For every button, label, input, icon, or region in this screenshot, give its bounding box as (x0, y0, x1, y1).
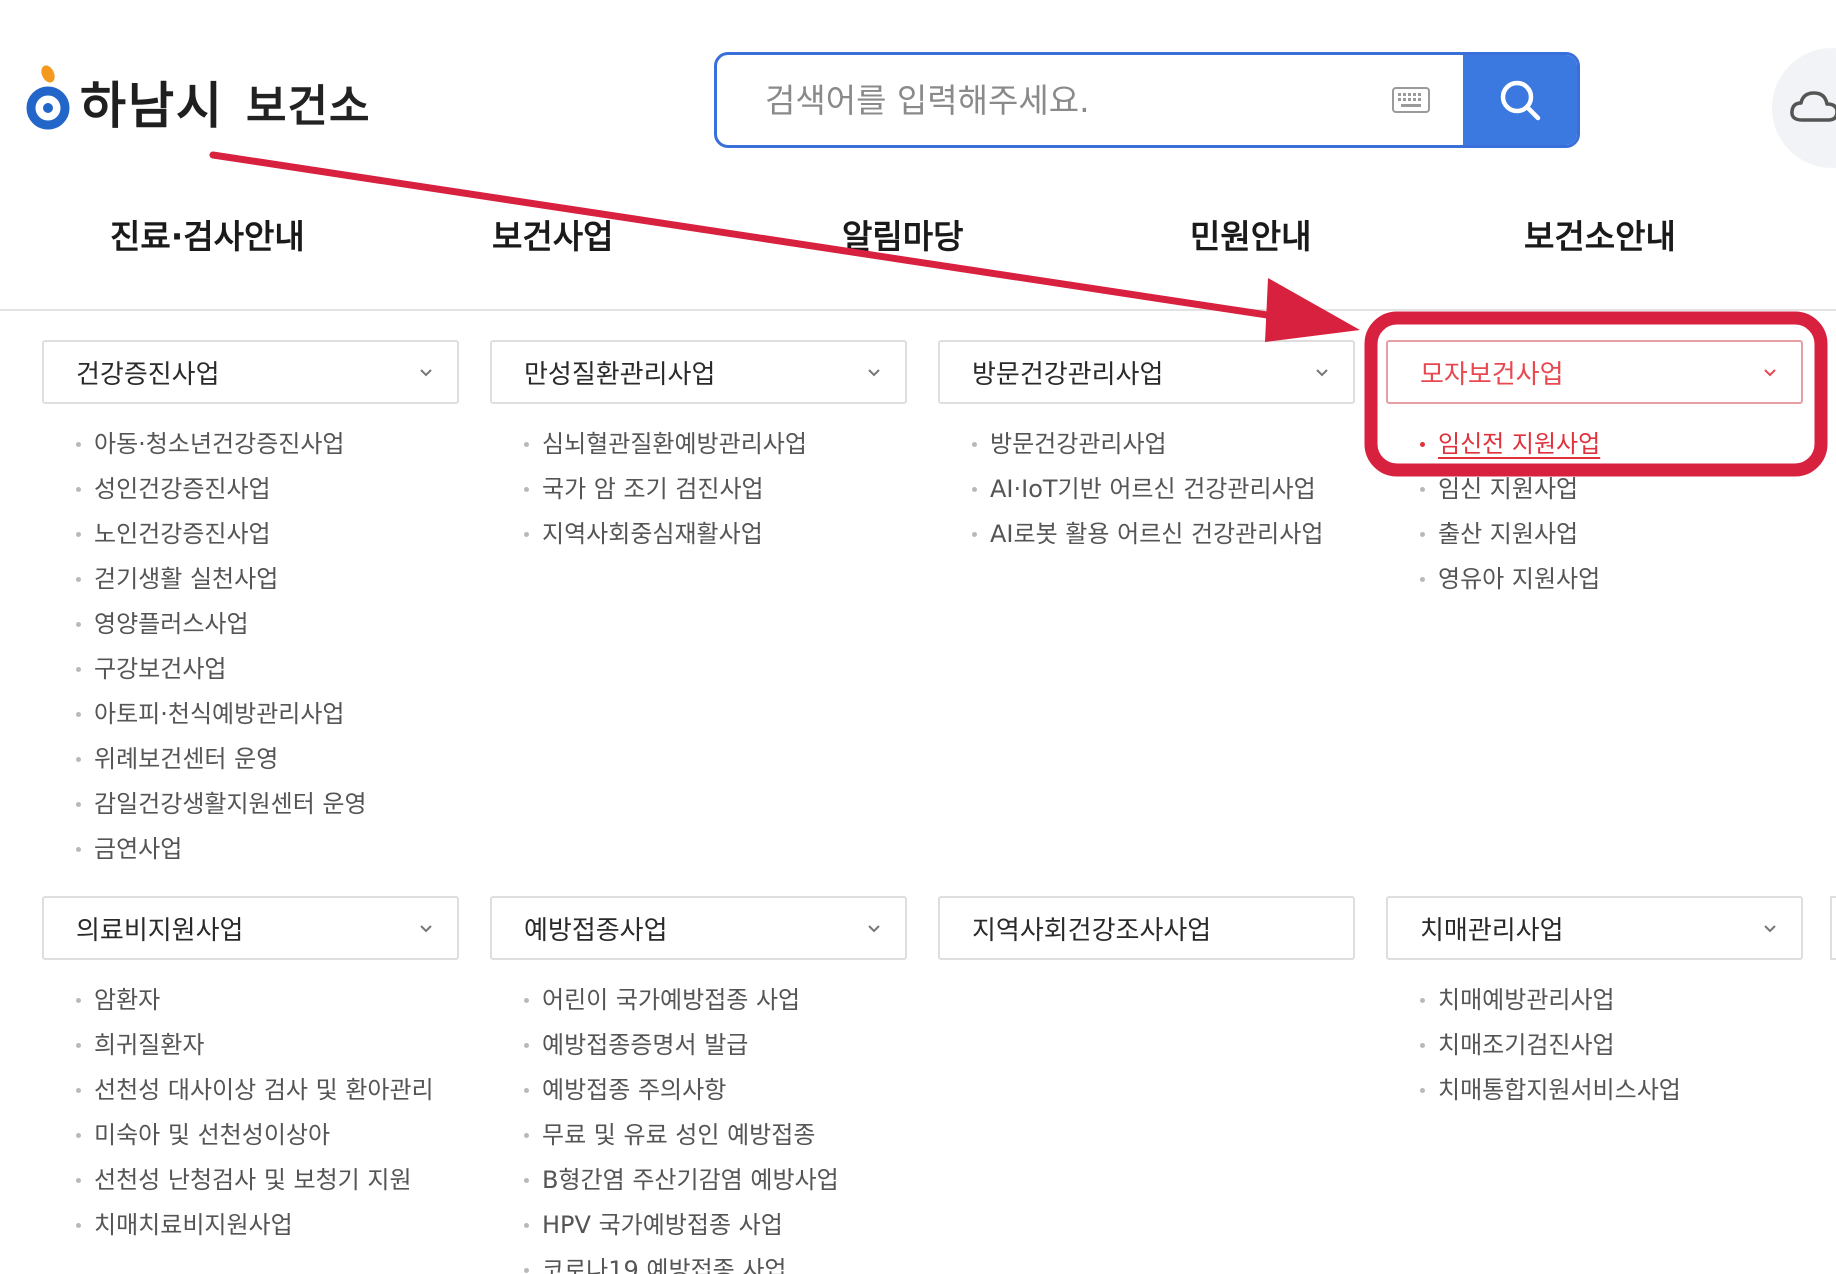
group-title: 방문건강관리사업 (972, 359, 1164, 390)
list-item[interactable]: 노인건강증진사업 (74, 512, 459, 557)
menu-group-health-promotion: 건강증진사업 아동·청소년건강증진사업 성인건강증진사업 노인건강증진사업 걷기… (42, 340, 459, 872)
chevron-down-icon (1316, 369, 1328, 377)
list-item[interactable]: 치매치료비지원사업 (74, 1203, 459, 1248)
list-item[interactable]: B형간염 주산기감염 예방사업 (522, 1158, 907, 1203)
search-icon (1500, 80, 1541, 121)
list-item[interactable]: 걷기생활 실천사업 (74, 557, 459, 602)
logo-org-name: 보건소 (246, 81, 371, 132)
group-header[interactable]: 치매관리사업 (1386, 896, 1803, 960)
list-item[interactable]: 아토피·천식예방관리사업 (74, 692, 459, 737)
group-header[interactable]: 만성질환관리사업 (490, 340, 907, 404)
list-item[interactable]: 치매조기검진사업 (1418, 1023, 1803, 1068)
list-item[interactable]: 어린이 국가예방접종 사업 (522, 978, 907, 1023)
group-title: 의료비지원사업 (76, 915, 244, 946)
menu-group-chronic-disease: 만성질환관리사업 심뇌혈관질환예방관리사업 국가 암 조기 검진사업 지역사회중… (490, 340, 907, 557)
list-item[interactable]: 방문건강관리사업 (970, 422, 1355, 467)
list-item[interactable]: 출산 지원사업 (1418, 512, 1803, 557)
chevron-down-icon (868, 369, 880, 377)
group-title: 지역사회건강조사사업 (972, 915, 1212, 946)
list-item[interactable]: 영유아 지원사업 (1418, 557, 1803, 602)
list-item-active[interactable]: 임신전 지원사업 (1418, 422, 1803, 467)
list-item[interactable]: 선천성 난청검사 및 보청기 지원 (74, 1158, 459, 1203)
list-item[interactable]: AI로봇 활용 어르신 건강관리사업 (970, 512, 1355, 557)
group-title: 건강증진사업 (76, 359, 220, 390)
next-group-edge (1830, 896, 1836, 960)
group-header[interactable]: 모자보건사업 (1386, 340, 1803, 404)
search-input[interactable] (717, 55, 1381, 145)
list-item[interactable]: 구강보건사업 (74, 647, 459, 692)
list-item[interactable]: HPV 국가예방접종 사업 (522, 1203, 907, 1248)
chevron-down-icon (420, 925, 432, 933)
nav-item-about[interactable]: 보건소안내 (1524, 210, 1676, 258)
cloud-icon (1790, 91, 1836, 122)
nav-divider (0, 309, 1836, 311)
nav-item-notices[interactable]: 알림마당 (842, 210, 963, 258)
menu-group-community-survey: 지역사회건강조사사업 (938, 896, 1355, 960)
keyboard-icon[interactable] (1381, 55, 1441, 145)
list-item[interactable]: 선천성 대사이상 검사 및 환아관리 (74, 1068, 459, 1113)
group-title: 만성질환관리사업 (524, 359, 716, 390)
list-item[interactable]: 무료 및 유료 성인 예방접종 (522, 1113, 907, 1158)
list-item[interactable]: 치매예방관리사업 (1418, 978, 1803, 1023)
group-header[interactable]: 건강증진사업 (42, 340, 459, 404)
logo-mark-icon (24, 62, 72, 142)
main-nav: 진료·검사안내 보건사업 알림마당 민원안내 보건소안내 (0, 210, 1836, 290)
site-logo[interactable]: 하남시 보건소 (24, 62, 370, 142)
list-item[interactable]: 위례보건센터 운영 (74, 737, 459, 782)
nav-item-clinic[interactable]: 진료·검사안내 (110, 210, 305, 258)
list-item[interactable]: 성인건강증진사업 (74, 467, 459, 512)
chevron-down-icon (1764, 369, 1776, 377)
menu-group-medical-cost: 의료비지원사업 암환자 희귀질환자 선천성 대사이상 검사 및 환아관리 미숙아… (42, 896, 459, 1248)
search-button[interactable] (1463, 55, 1577, 145)
list-item[interactable]: 국가 암 조기 검진사업 (522, 467, 907, 512)
list-item[interactable]: 임신 지원사업 (1418, 467, 1803, 512)
list-item[interactable]: 코로나19 예방접종 사업 (522, 1248, 907, 1274)
group-title: 예방접종사업 (524, 915, 668, 946)
list-item[interactable]: 치매통합지원서비스사업 (1418, 1068, 1803, 1113)
list-item[interactable]: 영양플러스사업 (74, 602, 459, 647)
list-item[interactable]: AI·IoT기반 어르신 건강관리사업 (970, 467, 1355, 512)
chevron-down-icon (1764, 925, 1776, 933)
list-item[interactable]: 금연사업 (74, 827, 459, 872)
menu-group-maternal-child: 모자보건사업 임신전 지원사업 임신 지원사업 출산 지원사업 영유아 지원사업 (1386, 340, 1803, 602)
group-header[interactable]: 지역사회건강조사사업 (938, 896, 1355, 960)
list-item[interactable]: 아동·청소년건강증진사업 (74, 422, 459, 467)
chevron-down-icon (420, 369, 432, 377)
nav-item-health-projects[interactable]: 보건사업 (492, 210, 613, 258)
list-item[interactable]: 희귀질환자 (74, 1023, 459, 1068)
list-item[interactable]: 예방접종 주의사항 (522, 1068, 907, 1113)
weather-button[interactable] (1772, 48, 1836, 168)
menu-group-dementia: 치매관리사업 치매예방관리사업 치매조기검진사업 치매통합지원서비스사업 (1386, 896, 1803, 1113)
list-item[interactable]: 암환자 (74, 978, 459, 1023)
menu-group-vaccination: 예방접종사업 어린이 국가예방접종 사업 예방접종증명서 발급 예방접종 주의사… (490, 896, 907, 1274)
group-header[interactable]: 예방접종사업 (490, 896, 907, 960)
chevron-down-icon (868, 925, 880, 933)
list-item[interactable]: 지역사회중심재활사업 (522, 512, 907, 557)
list-item[interactable]: 미숙아 및 선천성이상아 (74, 1113, 459, 1158)
list-item[interactable]: 감일건강생활지원센터 운영 (74, 782, 459, 827)
group-title: 치매관리사업 (1420, 915, 1564, 946)
group-header[interactable]: 방문건강관리사업 (938, 340, 1355, 404)
group-title: 모자보건사업 (1420, 359, 1564, 390)
group-header[interactable]: 의료비지원사업 (42, 896, 459, 960)
search-box (714, 52, 1580, 148)
logo-city-name: 하남시 (80, 77, 224, 135)
list-item[interactable]: 예방접종증명서 발급 (522, 1023, 907, 1068)
menu-group-home-visit: 방문건강관리사업 방문건강관리사업 AI·IoT기반 어르신 건강관리사업 AI… (938, 340, 1355, 557)
list-item[interactable]: 심뇌혈관질환예방관리사업 (522, 422, 907, 467)
nav-item-civil-service[interactable]: 민원안내 (1190, 210, 1311, 258)
